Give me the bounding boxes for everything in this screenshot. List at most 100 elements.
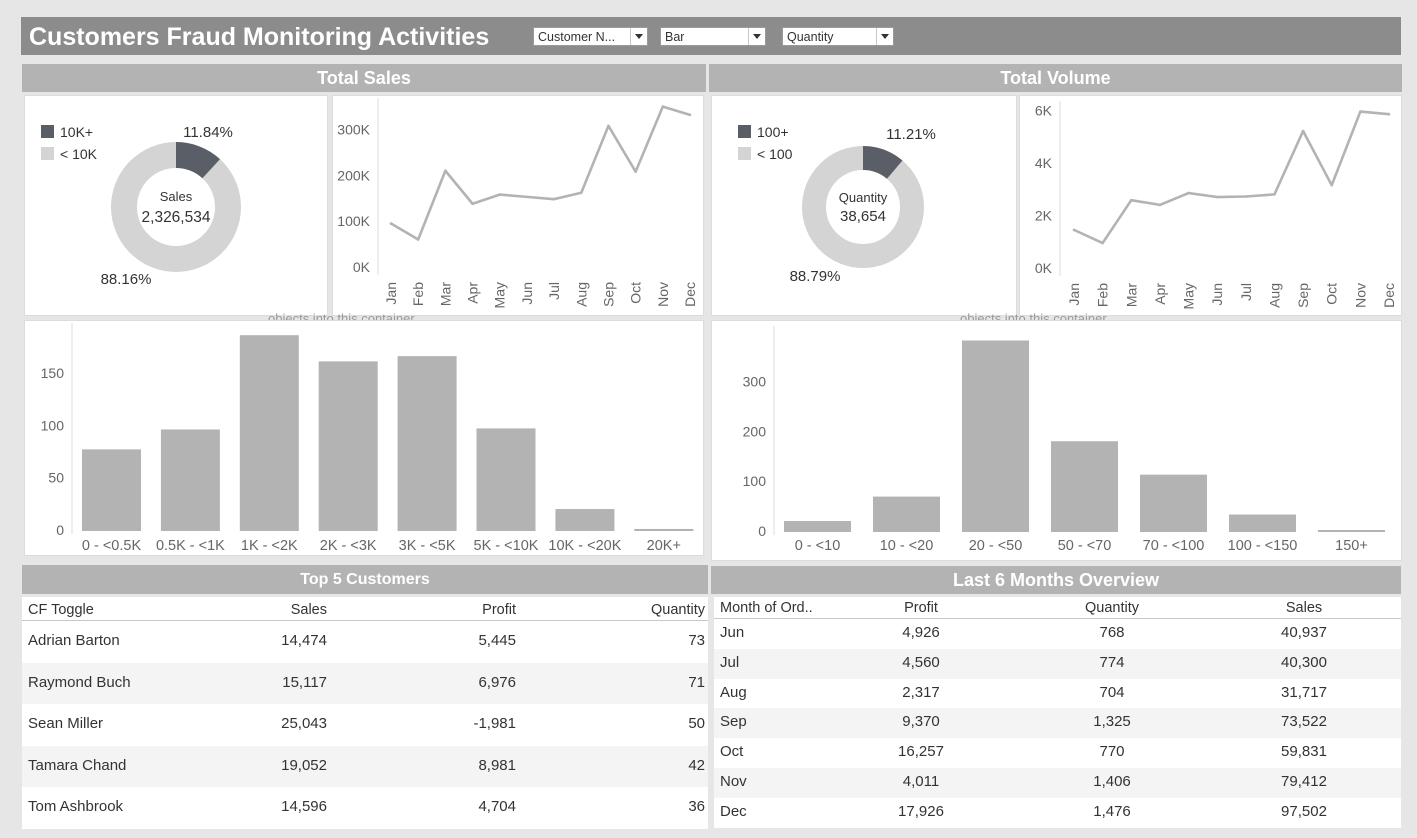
table-row[interactable]: Jul 4,560 774 40,300 (714, 648, 1401, 679)
dropdown-value: Customer N... (538, 30, 616, 44)
bar[interactable] (476, 428, 536, 531)
line-point[interactable] (688, 113, 692, 117)
line-point[interactable] (416, 238, 420, 241)
bar[interactable] (1318, 530, 1385, 532)
measure-dropdown[interactable]: Quantity (782, 27, 894, 46)
x-tick-label: May (492, 282, 508, 308)
y-tick-label: 100 (41, 417, 65, 433)
line-point[interactable] (1387, 112, 1391, 116)
bar[interactable] (784, 521, 851, 532)
table-row[interactable]: Adrian Barton 14,474 5,445 73 (22, 621, 708, 663)
table-row[interactable]: Nov 4,011 1,406 79,412 (714, 768, 1401, 798)
table-row[interactable]: Tamara Chand 19,052 8,981 42 (22, 745, 708, 788)
line-point[interactable] (1215, 195, 1219, 199)
line-point[interactable] (1301, 129, 1305, 133)
column-header-profit[interactable]: Profit (482, 602, 516, 618)
line-series[interactable] (390, 105, 691, 241)
x-tick-label: 100 - <150 (1228, 538, 1298, 554)
column-header-month[interactable]: Month of Ord.. (720, 600, 813, 616)
line-point[interactable] (661, 105, 665, 108)
column-header-profit[interactable]: Profit (904, 600, 938, 616)
volume-bar-chart[interactable]: 0 100 200 300 0 - <10 10 - <20 20 - <50 50 - <7… (712, 321, 1403, 562)
x-tick-label: Apr (465, 282, 481, 304)
table-row[interactable]: Dec 17,926 1,476 97,502 (714, 797, 1401, 828)
volume-donut-chart[interactable]: Quantity 38,654 11.21% 88.79% (712, 96, 1018, 317)
line-point[interactable] (1244, 195, 1248, 198)
line-point[interactable] (1158, 203, 1162, 207)
column-header-quantity[interactable]: Quantity (651, 602, 705, 618)
line-point[interactable] (1187, 191, 1190, 195)
volume-line-chart[interactable]: 0K 2K 4K 6K Jan Feb Mar Apr May Jun Jul Aug Sep Oct No… (1020, 96, 1403, 317)
donut-slice-low[interactable] (802, 146, 924, 268)
line-point[interactable] (1273, 193, 1276, 196)
bar[interactable] (555, 509, 615, 531)
line-point[interactable] (444, 169, 447, 173)
bar[interactable] (962, 340, 1029, 532)
table-row[interactable]: Sep 9,370 1,325 73,522 (714, 708, 1401, 739)
bar[interactable] (1051, 441, 1118, 532)
bar[interactable] (634, 528, 694, 531)
last6-months-title: Last 6 Months Overview (711, 566, 1401, 594)
line-point[interactable] (1129, 198, 1133, 202)
line-point[interactable] (471, 202, 474, 206)
x-tick-label: May (1181, 283, 1197, 309)
line-point[interactable] (634, 170, 637, 173)
line-point[interactable] (1101, 241, 1104, 245)
sales-cell: 14,596 (281, 798, 327, 816)
table-row[interactable]: Raymond Buch 15,117 6,976 71 (22, 662, 708, 705)
chevron-down-icon[interactable] (748, 28, 765, 45)
sales-donut-chart[interactable]: Sales 2,326,534 11.84% 88.16% (25, 96, 329, 317)
bar[interactable] (873, 496, 940, 532)
profit-cell: 9,370 (902, 713, 940, 731)
profit-cell: 17,926 (898, 802, 944, 820)
bar[interactable] (1140, 474, 1207, 532)
line-series[interactable] (1073, 110, 1390, 245)
bar[interactable] (397, 356, 457, 531)
x-tick-label: Aug (573, 282, 589, 307)
bar[interactable] (318, 361, 378, 531)
y-tick-label: 100K (337, 213, 370, 229)
month-cell: Jun (720, 624, 745, 641)
x-tick-label: Dec (682, 282, 698, 307)
bar[interactable] (1229, 514, 1296, 532)
line-point[interactable] (607, 124, 610, 128)
line-point[interactable] (1330, 183, 1334, 187)
customer-name-cell: Tamara Chand (28, 756, 127, 774)
customer-name-filter-dropdown[interactable]: Customer N... (533, 27, 648, 46)
line-point[interactable] (1072, 228, 1076, 232)
line-point[interactable] (525, 195, 529, 199)
bar[interactable] (82, 449, 141, 531)
sales-cell: 73,522 (1281, 713, 1327, 731)
x-tick-label: Nov (1352, 283, 1368, 308)
table-row[interactable]: Aug 2,317 704 31,717 (714, 678, 1401, 709)
quantity-cell: 50 (688, 715, 705, 733)
column-header-quantity[interactable]: Quantity (1085, 600, 1139, 616)
bar[interactable] (160, 429, 220, 531)
y-tick-label: 300 (743, 373, 767, 389)
placeholder-watermark: objects into this container (268, 311, 415, 320)
sales-line-chart[interactable]: 0K 100K 200K 300K Jan Feb Mar Apr May Jun Jul Aug Se… (333, 96, 705, 317)
line-point[interactable] (389, 222, 393, 225)
table-row[interactable]: Oct 16,257 770 59,831 (714, 738, 1401, 768)
column-header-cf-toggle[interactable]: CF Toggle (28, 602, 94, 618)
table-row[interactable]: Sean Miller 25,043 -1,981 50 (22, 704, 708, 746)
chevron-down-icon[interactable] (876, 28, 893, 45)
column-header-sales[interactable]: Sales (1286, 600, 1322, 616)
month-cell: Jul (720, 653, 740, 671)
line-point[interactable] (579, 191, 583, 195)
sales-bar-chart[interactable]: 0 50 100 150 0 - <0.5K 0.5K - <1K 1K - <2K 2K -… (25, 321, 705, 557)
table-row[interactable]: Jun 4,926 768 40,937 (714, 619, 1401, 649)
donut-slice-low[interactable] (111, 142, 241, 272)
volume-line-panel: 0K 2K 4K 6K Jan Feb Mar Apr May Jun Jul Aug Sep Oct No… (1019, 95, 1402, 316)
x-tick-label: 3K - <5K (399, 538, 456, 554)
x-tick-label: 150+ (1335, 538, 1368, 554)
line-point[interactable] (1359, 110, 1362, 113)
line-point[interactable] (498, 193, 502, 196)
profit-cell: 6,976 (478, 673, 516, 691)
column-header-sales[interactable]: Sales (291, 602, 327, 618)
line-point[interactable] (552, 197, 556, 201)
chevron-down-icon[interactable] (630, 28, 647, 45)
bar[interactable] (239, 335, 299, 531)
chart-type-dropdown[interactable]: Bar (660, 27, 766, 46)
table-row[interactable]: Tom Ashbrook 14,596 4,704 36 (22, 787, 708, 829)
